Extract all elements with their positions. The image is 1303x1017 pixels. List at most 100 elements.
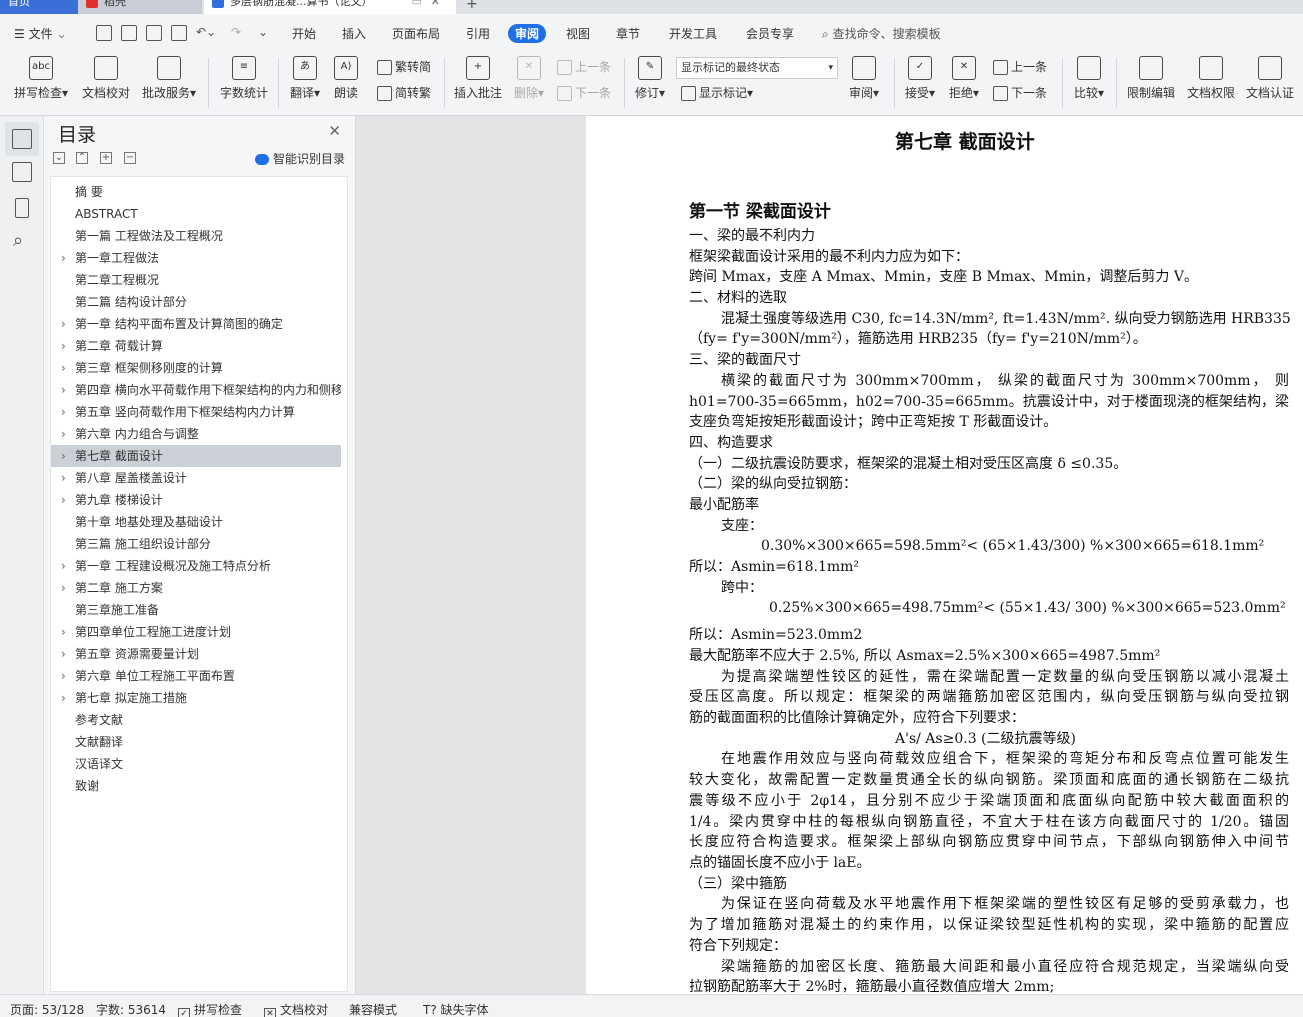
next-comment-button[interactable]: 下一条 [557, 84, 611, 101]
chevron-right-icon[interactable]: › [61, 401, 66, 423]
page-indicator[interactable]: 页面: 53/128 [10, 1001, 84, 1017]
tab-close-icon[interactable]: ✕ [431, 0, 440, 10]
insert-comment-button[interactable]: + 插入批注 [452, 56, 504, 101]
customize-toolbar-icon[interactable]: ⌄ [258, 25, 268, 39]
close-icon[interactable]: ✕ [328, 122, 341, 140]
menu-insert[interactable]: 插入 [342, 25, 366, 42]
to-traditional-button[interactable]: 繁转简 [377, 58, 431, 75]
toc-item[interactable]: 第十章 地基处理及基础设计 [51, 511, 341, 533]
toc-item[interactable]: › 第四章单位工程施工进度计划 [51, 621, 341, 643]
toc-item[interactable]: 致谢 [51, 775, 341, 797]
menu-review[interactable]: 审阅 [508, 24, 547, 43]
menu-chapter[interactable]: 章节 [616, 25, 640, 42]
markup-mode-select[interactable]: 显示标记的最终状态 ▾ [676, 57, 838, 79]
file-menu[interactable]: ☰ 文件 ⌄ [14, 25, 67, 42]
prev-comment-button[interactable]: 上一条 [557, 58, 611, 75]
toc-item[interactable]: 第一篇 工程做法及工程概况 [51, 225, 341, 247]
menu-reference[interactable]: 引用 [466, 25, 490, 42]
toc-item[interactable]: › 第五章 资源需要量计划 [51, 643, 341, 665]
toc-item[interactable]: › 第八章 屋盖楼盖设计 [51, 467, 341, 489]
toc-item[interactable]: › 第六章 单位工程施工平面布置 [51, 665, 341, 687]
chevron-right-icon[interactable]: › [61, 577, 66, 599]
command-search[interactable]: ⌕ 查找命令、搜索模板 [822, 25, 941, 42]
chevron-right-icon[interactable]: › [61, 247, 66, 269]
chevron-right-icon[interactable]: › [61, 357, 66, 379]
tab-home[interactable]: 首页 [0, 0, 78, 14]
track-changes-button[interactable]: ✎ 修订▾ [632, 56, 668, 101]
review-pane-button[interactable]: 审阅▾ [846, 56, 882, 101]
new-tab-button[interactable]: + [466, 0, 478, 12]
word-count-button[interactable]: ≡ 字数统计 [218, 56, 270, 101]
missing-font-button[interactable]: T? 缺失字体 [423, 1001, 489, 1017]
chapter-nav-icon[interactable] [12, 162, 32, 182]
show-markup-button[interactable]: 显示标记▾ [681, 84, 753, 101]
toc-item[interactable]: 参考文献 [51, 709, 341, 731]
toc-item[interactable]: › 第九章 楼梯设计 [51, 489, 341, 511]
chevron-right-icon[interactable]: › [61, 313, 66, 335]
tab-monitor-icon[interactable]: ▭ [412, 0, 422, 10]
menu-member[interactable]: 会员专享 [746, 25, 794, 42]
tab-document[interactable]: 多层钢筋混凝...算书（论文） ✕ ▭ [204, 0, 456, 14]
print-preview-icon[interactable] [171, 25, 187, 41]
toc-item[interactable]: › 第二章 施工方案 [51, 577, 341, 599]
menu-view[interactable]: 视图 [566, 25, 590, 42]
read-aloud-button[interactable]: A) 朗读 [330, 56, 362, 101]
delete-comment-button[interactable]: ✕ 删除▾ [510, 56, 548, 101]
tab-docer[interactable]: 稻壳 [78, 0, 202, 14]
redo-icon[interactable]: ↷ [231, 25, 241, 39]
toc-item[interactable]: › 第四章 横向水平荷载作用下框架结构的内力和侧移计算 [51, 379, 341, 401]
spell-check-button[interactable]: abc 拼写检查▾ [12, 56, 70, 101]
undo-icon[interactable]: ↶⌄ [196, 25, 216, 39]
chevron-right-icon[interactable]: › [61, 379, 66, 401]
compare-button[interactable]: 比较▾ [1070, 56, 1108, 101]
print-icon[interactable] [146, 25, 162, 41]
chevron-right-icon[interactable]: › [61, 335, 66, 357]
chevron-right-icon[interactable]: › [61, 489, 66, 511]
toc-item[interactable]: › 第二章 荷载计算 [51, 335, 341, 357]
collapse-all-icon[interactable]: ⌄ [53, 152, 65, 164]
restrict-edit-button[interactable]: 限制编辑 [1125, 56, 1177, 101]
bookmark-icon[interactable] [15, 198, 29, 218]
toc-item[interactable]: ABSTRACT [51, 203, 341, 225]
doc-proof-toggle[interactable]: ✕ 文档校对 [264, 1001, 328, 1017]
document-page[interactable]: 第七章 截面设计 第一节 梁截面设计 一、梁的最不利内力 框架梁截面设计采用的最不利… [586, 116, 1303, 994]
toc-item[interactable]: › 第七章 拟定施工措施 [51, 687, 341, 709]
toc-item[interactable]: 汉语译文 [51, 753, 341, 775]
toc-item[interactable]: 文献翻译 [51, 731, 341, 753]
search-icon[interactable]: ⌕ [13, 230, 23, 251]
toc-item[interactable]: › 第五章 竖向荷载作用下框架结构内力计算 [51, 401, 341, 423]
toc-item[interactable]: 第二篇 结构设计部分 [51, 291, 341, 313]
expand-up-icon[interactable]: ⌃ [76, 152, 88, 164]
chevron-right-icon[interactable]: › [61, 467, 66, 489]
toc-item[interactable]: › 第三章 框架侧移刚度的计算 [51, 357, 341, 379]
reject-button[interactable]: ✕ 拒绝▾ [946, 56, 982, 101]
menu-start[interactable]: 开始 [292, 25, 316, 42]
toc-item[interactable]: 第三章施工准备 [51, 599, 341, 621]
doc-cert-button[interactable]: 文档认证 [1244, 56, 1296, 101]
menu-developer[interactable]: 开发工具 [669, 25, 717, 42]
spell-check-toggle[interactable]: ✓ 拼写检查 [178, 1001, 242, 1017]
chevron-right-icon[interactable]: › [61, 687, 66, 709]
toc-item[interactable]: › 第六章 内力组合与调整 [51, 423, 341, 445]
accept-button[interactable]: ✓ 接受▾ [902, 56, 938, 101]
prev-change-button[interactable]: 上一条 [993, 58, 1047, 75]
save-icon[interactable] [96, 25, 112, 41]
chevron-right-icon[interactable]: › [61, 643, 66, 665]
toc-icon[interactable] [12, 129, 32, 149]
chevron-right-icon[interactable]: › [61, 423, 66, 445]
remove-heading-icon[interactable]: − [124, 152, 136, 164]
chevron-right-icon[interactable]: › [61, 665, 66, 687]
toc-item[interactable]: › 第一章工程做法 [51, 247, 341, 269]
export-pdf-icon[interactable] [121, 25, 137, 41]
grading-button[interactable]: 批改服务▾ [140, 56, 198, 101]
toc-item[interactable]: › 第七章 截面设计 [51, 445, 341, 467]
toc-item[interactable]: › 第一章 结构平面布置及计算简图的确定 [51, 313, 341, 335]
doc-proof-button[interactable]: 文档校对 [80, 56, 132, 101]
to-simplified-button[interactable]: 简转繁 [377, 84, 431, 101]
chevron-right-icon[interactable]: › [61, 445, 66, 467]
toc-item[interactable]: › 第一章 工程建设概况及施工特点分析 [51, 555, 341, 577]
translate-button[interactable]: あ翻译▾ [287, 56, 323, 101]
menu-page-layout[interactable]: 页面布局 [392, 25, 440, 42]
add-heading-icon[interactable]: + [100, 152, 112, 164]
toc-item[interactable]: 摘 要 [51, 181, 341, 203]
